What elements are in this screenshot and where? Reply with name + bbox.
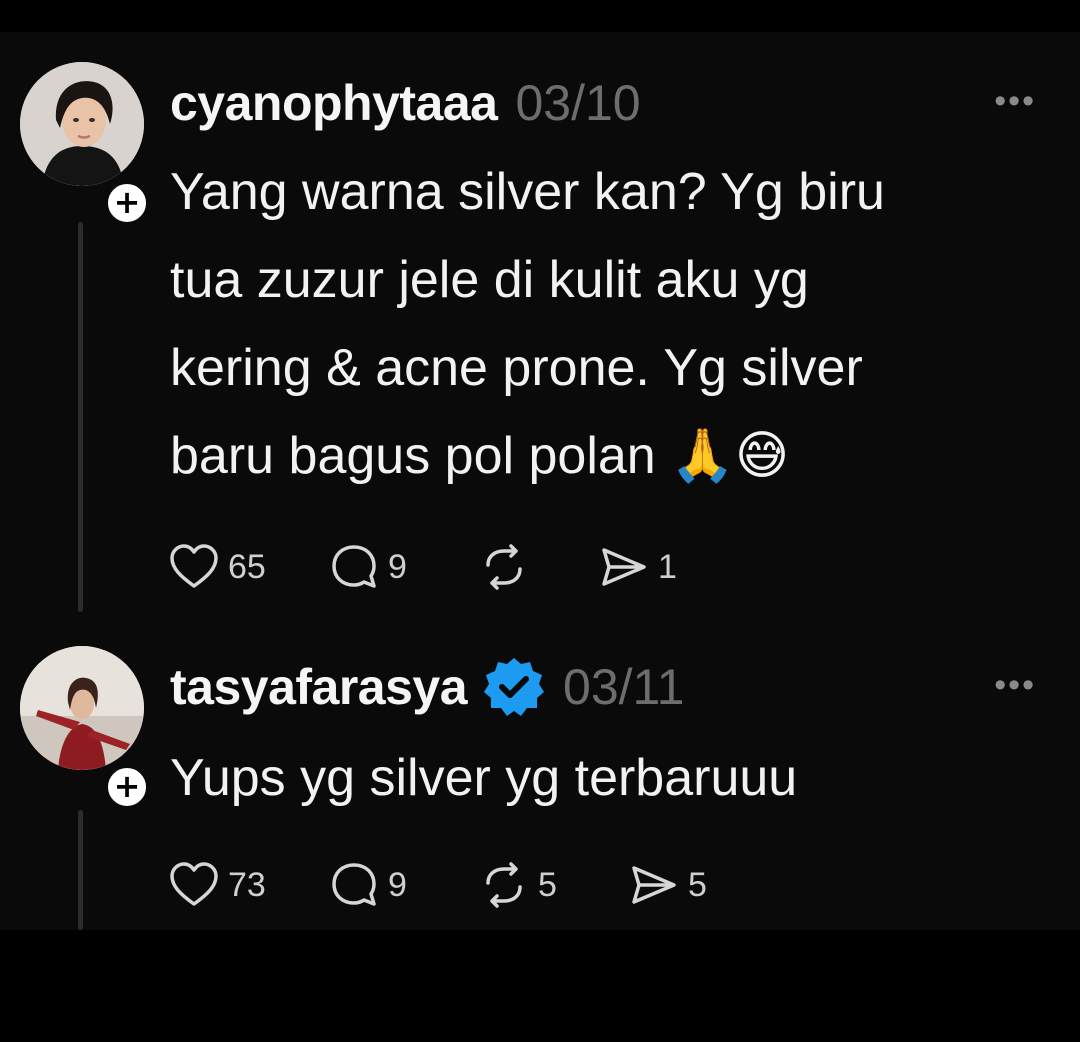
avatar-image bbox=[20, 646, 144, 770]
repost-icon bbox=[486, 862, 522, 908]
username[interactable]: tasyafarasya bbox=[170, 658, 468, 716]
comment-item: + tasyafarasya 03/11 ••• Yups yg silver … bbox=[0, 632, 1080, 930]
top-bar bbox=[0, 0, 1080, 32]
comment-text-line: tua zuzur jele di kulit aku yg bbox=[170, 251, 809, 309]
repost-button[interactable] bbox=[478, 543, 598, 591]
username[interactable]: cyanophytaaa bbox=[170, 74, 498, 132]
avatar[interactable] bbox=[20, 62, 144, 186]
share-button[interactable]: 1 bbox=[598, 543, 677, 591]
like-count: 73 bbox=[228, 865, 266, 904]
comment-text-line: Yang warna silver kan? Yg biru bbox=[170, 163, 885, 221]
share-button[interactable]: 5 bbox=[628, 861, 707, 909]
repost-button[interactable]: 5 bbox=[478, 861, 628, 909]
comment-text-line: kering & acne prone. Yg silver bbox=[170, 339, 863, 397]
comment-item: + cyanophytaaa 03/10 ••• Yang warna silv… bbox=[0, 32, 1080, 632]
repost-icon bbox=[486, 544, 522, 590]
comment-bubble-icon bbox=[332, 545, 376, 588]
action-bar: 73 9 5 5 bbox=[168, 860, 707, 910]
send-icon bbox=[602, 548, 646, 586]
like-count: 65 bbox=[228, 547, 266, 586]
comment-text: Yang warna silver kan? Yg biru tua zuzur… bbox=[170, 148, 1050, 500]
reply-button[interactable]: 9 bbox=[328, 861, 478, 909]
heart-icon bbox=[170, 544, 218, 588]
comment-text-line: baru bagus pol polan 🙏😅 bbox=[170, 427, 790, 485]
heart-icon bbox=[170, 862, 218, 906]
follow-plus-icon[interactable]: + bbox=[104, 764, 150, 810]
timestamp: 03/11 bbox=[563, 659, 685, 715]
timestamp: 03/10 bbox=[515, 75, 641, 131]
repost-count: 5 bbox=[538, 865, 557, 904]
comment-text-line: Yups yg silver yg terbaruuu bbox=[170, 749, 798, 807]
reply-button[interactable]: 9 bbox=[328, 543, 478, 591]
avatar[interactable] bbox=[20, 646, 144, 770]
bottom-bar bbox=[0, 930, 1080, 1042]
like-button[interactable]: 65 bbox=[168, 543, 328, 591]
comment-text: Yups yg silver yg terbaruuu bbox=[170, 734, 1050, 822]
send-icon bbox=[632, 866, 676, 904]
comment-header: tasyafarasya 03/11 bbox=[170, 652, 684, 722]
comment-bubble-icon bbox=[332, 863, 376, 906]
share-count: 1 bbox=[658, 547, 677, 586]
reply-count: 9 bbox=[388, 865, 407, 904]
thread-line bbox=[78, 222, 83, 612]
thread-line bbox=[78, 810, 83, 930]
comment-header: cyanophytaaa 03/10 bbox=[170, 68, 641, 138]
reply-count: 9 bbox=[388, 547, 407, 586]
follow-plus-icon[interactable]: + bbox=[104, 180, 150, 226]
more-options-icon[interactable]: ••• bbox=[994, 82, 1036, 121]
comment-thread: + cyanophytaaa 03/10 ••• Yang warna silv… bbox=[0, 32, 1080, 930]
avatar-image bbox=[20, 62, 144, 186]
more-options-icon[interactable]: ••• bbox=[994, 666, 1036, 705]
share-count: 5 bbox=[688, 865, 707, 904]
like-button[interactable]: 73 bbox=[168, 861, 328, 909]
action-bar: 65 9 1 bbox=[168, 542, 677, 592]
verified-badge-icon bbox=[484, 658, 545, 716]
